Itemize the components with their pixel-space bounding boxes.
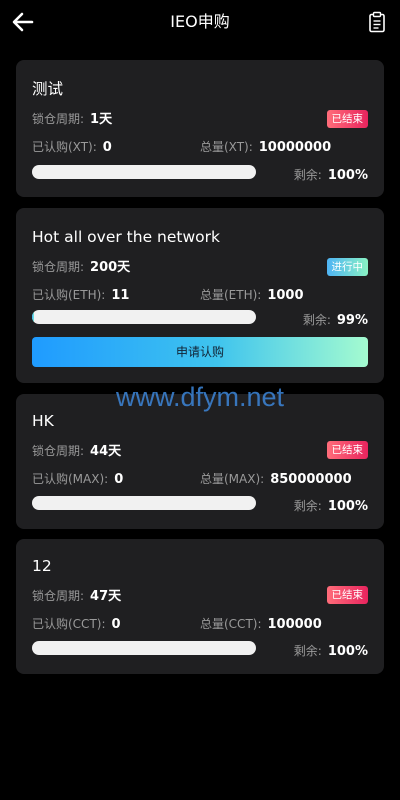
lock-period-value: 47天 xyxy=(90,589,122,604)
subscribed-amount: 已认购(XT): 0 xyxy=(32,138,112,157)
status-badge: 已结束 xyxy=(326,441,368,459)
lock-period: 锁仓周期: 44天 xyxy=(32,442,121,461)
remaining: 剩余: 100% xyxy=(294,497,368,516)
lock-period-label: 锁仓周期: xyxy=(32,444,85,458)
lock-period-label: 锁仓周期: xyxy=(32,112,85,126)
remaining-label: 剩余: xyxy=(302,313,331,327)
status-badge: 已结束 xyxy=(326,110,368,128)
remaining-label: 剩余: xyxy=(293,168,322,182)
ieo-card[interactable]: HK 锁仓周期: 44天 已结束 已认购(MAX): 0 总量(MAX): 85000… xyxy=(16,394,384,529)
lock-period-value: 1天 xyxy=(90,112,113,127)
total-value: 100000 xyxy=(267,617,322,632)
remaining-value: 100% xyxy=(327,168,368,183)
app-header: IEO申购 xyxy=(0,0,400,44)
project-title: HK xyxy=(32,412,54,430)
remaining-value: 100% xyxy=(327,644,368,659)
progress-bar xyxy=(32,165,256,179)
remaining: 剩余: 99% xyxy=(303,311,368,330)
total-label: 总量(XT): xyxy=(200,140,253,154)
progress-fill xyxy=(32,310,35,324)
remaining-label: 剩余: xyxy=(293,644,322,658)
subscribed-value: 0 xyxy=(111,617,121,632)
project-title: Hot all over the network xyxy=(32,228,220,246)
status-badge: 进行中 xyxy=(326,258,368,276)
total-amount: 总量(MAX): 850000000 xyxy=(200,470,352,489)
total-amount: 总量(ETH): 1000 xyxy=(200,286,304,305)
subscribed-value: 11 xyxy=(111,288,130,303)
subscribed-label: 已认购(ETH): xyxy=(32,288,106,302)
lock-period-label: 锁仓周期: xyxy=(32,260,85,274)
progress-bar xyxy=(32,310,256,324)
ieo-card[interactable]: 12 锁仓周期: 47天 已结束 已认购(CCT): 0 总量(CCT): 10000… xyxy=(16,539,384,674)
status-badge: 已结束 xyxy=(326,586,368,604)
lock-period-value: 44天 xyxy=(90,444,122,459)
lock-period-label: 锁仓周期: xyxy=(32,589,85,603)
total-label: 总量(MAX): xyxy=(200,472,265,486)
subscribed-value: 0 xyxy=(102,140,112,155)
records-button[interactable] xyxy=(368,11,386,33)
total-amount: 总量(XT): 10000000 xyxy=(200,138,331,157)
remaining-value: 99% xyxy=(336,313,368,328)
lock-period: 锁仓周期: 47天 xyxy=(32,587,121,606)
lock-period: 锁仓周期: 1天 xyxy=(32,110,112,129)
apply-subscribe-button[interactable]: 申请认购 xyxy=(32,337,368,367)
subscribed-amount: 已认购(ETH): 11 xyxy=(32,286,129,305)
total-value: 850000000 xyxy=(270,472,352,487)
ieo-card[interactable]: Hot all over the network 锁仓周期: 200天 进行中 已… xyxy=(16,208,384,383)
remaining: 剩余: 100% xyxy=(294,642,368,661)
subscribed-value: 0 xyxy=(114,472,124,487)
subscribed-amount: 已认购(MAX): 0 xyxy=(32,470,123,489)
total-label: 总量(CCT): xyxy=(200,617,262,631)
remaining: 剩余: 100% xyxy=(294,166,368,185)
total-label: 总量(ETH): xyxy=(200,288,262,302)
total-value: 1000 xyxy=(267,288,304,303)
total-amount: 总量(CCT): 100000 xyxy=(200,615,322,634)
subscribed-label: 已认购(XT): xyxy=(32,140,97,154)
remaining-value: 100% xyxy=(327,499,368,514)
project-title: 12 xyxy=(32,557,52,575)
total-value: 10000000 xyxy=(258,140,332,155)
progress-bar xyxy=(32,496,256,510)
page-title: IEO申购 xyxy=(170,12,230,31)
project-title: 测试 xyxy=(32,80,64,98)
lock-period: 锁仓周期: 200天 xyxy=(32,258,130,277)
subscribed-amount: 已认购(CCT): 0 xyxy=(32,615,121,634)
ieo-card[interactable]: 测试 锁仓周期: 1天 已结束 已认购(XT): 0 总量(XT): 10000000… xyxy=(16,60,384,197)
remaining-label: 剩余: xyxy=(293,499,322,513)
clipboard-list-icon xyxy=(369,11,385,33)
subscribed-label: 已认购(CCT): xyxy=(32,617,106,631)
lock-period-value: 200天 xyxy=(90,260,131,275)
subscribed-label: 已认购(MAX): xyxy=(32,472,109,486)
progress-bar xyxy=(32,641,256,655)
